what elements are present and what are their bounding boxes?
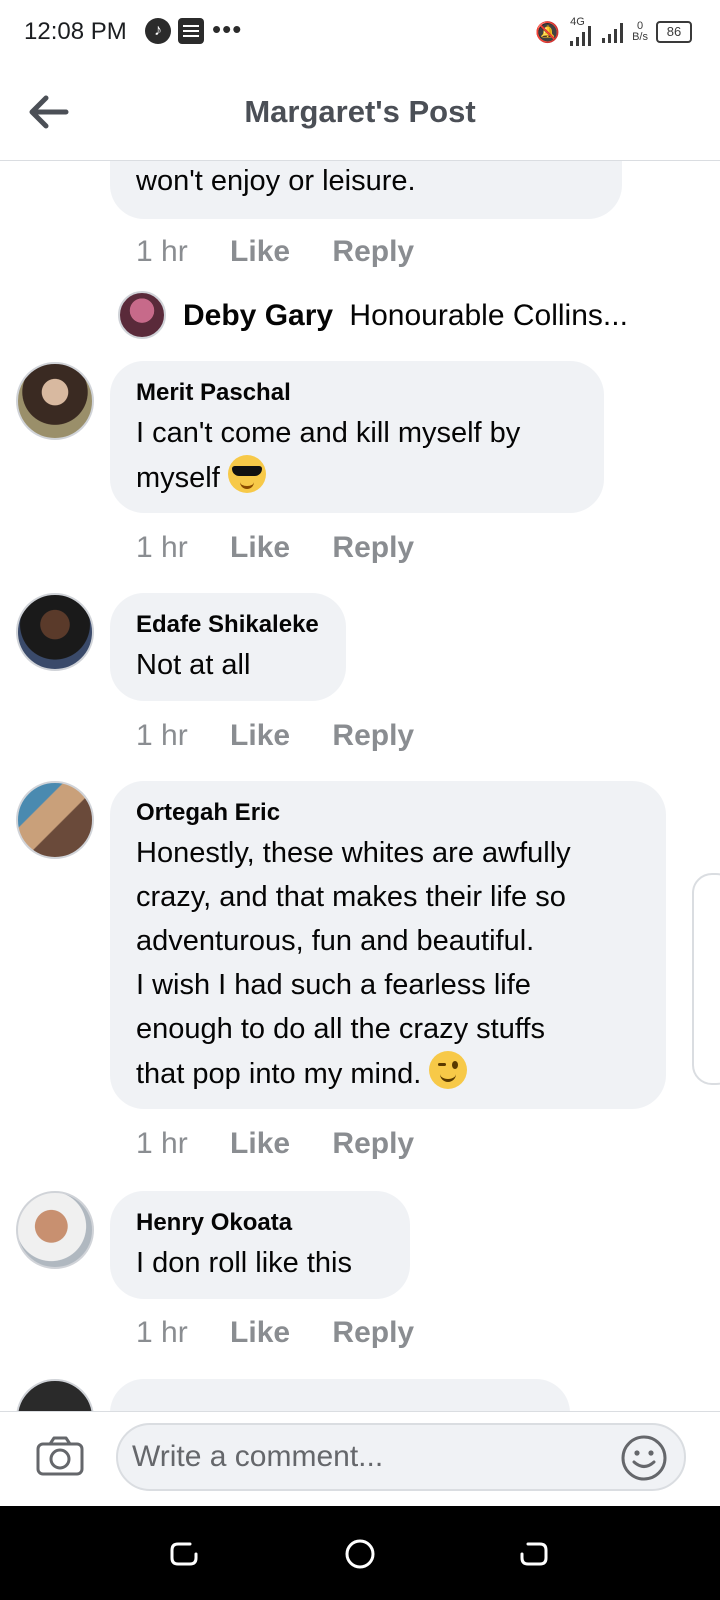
signal-icon [602, 21, 624, 43]
comment-line: I wish I had such a fearless life [136, 969, 531, 1001]
battery-level: 86 [666, 24, 682, 39]
page-title: Margaret's Post [244, 94, 476, 129]
avatar[interactable] [16, 593, 94, 671]
comment-time: 1 hr [136, 235, 188, 268]
camera-icon[interactable] [36, 1436, 84, 1476]
reply-button[interactable]: Reply [332, 1316, 414, 1349]
comment-actions: 1 hr Like Reply [136, 1316, 414, 1350]
avatar[interactable] [16, 1191, 94, 1269]
comment-author[interactable]: Merit Paschal [136, 379, 291, 407]
like-button[interactable]: Like [230, 719, 290, 752]
comment-author[interactable]: Henry Okoata [136, 1209, 292, 1237]
message-notification-icon [178, 18, 204, 44]
back-nav-icon[interactable] [168, 1538, 200, 1570]
comment-text: Not at all [136, 649, 251, 681]
comment-bubble[interactable]: Ortegah Eric Honestly, these whites are … [110, 781, 666, 1109]
tiktok-notification-icon: ♪ [145, 18, 171, 44]
comment-text: I can't come and kill myself by myself [136, 417, 521, 494]
reply-button[interactable]: Reply [332, 531, 414, 564]
comment-text: won't enjoy or leisure. [136, 165, 416, 197]
comment-author[interactable]: Edafe Shikaleke [136, 611, 319, 639]
comment-line: adventurous, fun and beautiful. [136, 925, 535, 957]
comment-time: 1 hr [136, 1127, 188, 1160]
comment-bubble[interactable] [110, 1379, 570, 1411]
comment-time: 1 hr [136, 1316, 188, 1349]
status-right: 🔕 4G 0 B/s 86 [535, 16, 692, 48]
reply-button[interactable]: Reply [332, 235, 414, 268]
comment-input[interactable]: Write a comment... [116, 1423, 686, 1491]
comment-author[interactable]: Ortegah Eric [136, 799, 280, 827]
comment-bubble[interactable]: Edafe Shikaleke Not at all [110, 593, 346, 701]
comments-feed[interactable]: won't enjoy or leisure. 1 hr Like Reply … [0, 161, 720, 1411]
side-card [692, 873, 720, 1085]
like-button[interactable]: Like [230, 1127, 290, 1160]
like-button[interactable]: Like [230, 1316, 290, 1349]
sunglasses-emoji-icon [227, 455, 266, 493]
comment-line: that pop into my mind. [136, 1058, 422, 1090]
avatar[interactable] [16, 1379, 94, 1411]
comment-actions: 1 hr Like Reply [136, 1127, 414, 1161]
net-speed-unit: B/s [632, 31, 648, 43]
comment-bubble[interactable]: Henry Okoata I don roll like this [110, 1191, 410, 1299]
mute-bell-icon: 🔕 [535, 21, 561, 44]
reply-preview-snippet: Honourable Collins... [349, 299, 628, 332]
comment-actions: 1 hr Like Reply [136, 531, 414, 565]
comment-bubble[interactable]: won't enjoy or leisure. [110, 161, 622, 219]
like-button[interactable]: Like [230, 235, 290, 268]
like-button[interactable]: Like [230, 531, 290, 564]
comment-line: crazy, and that makes their life so [136, 881, 566, 913]
avatar[interactable] [118, 291, 166, 339]
comment-text: I don roll like this [136, 1247, 352, 1279]
comment-actions: 1 hr Like Reply [136, 719, 414, 753]
comment-time: 1 hr [136, 719, 188, 752]
status-time: 12:08 PM [24, 18, 127, 45]
comment-line: enough to do all the crazy stuffs [136, 1013, 545, 1045]
recents-nav-icon[interactable] [518, 1538, 550, 1570]
comment-time: 1 hr [136, 531, 188, 564]
net-speed: 0 B/s [632, 21, 648, 43]
home-nav-icon[interactable] [344, 1538, 376, 1570]
reply-preview-name: Deby Gary [183, 299, 334, 332]
comment-line: Honestly, these whites are awfully [136, 837, 571, 869]
more-notifications-icon: ••• [212, 14, 243, 44]
winking-emoji-icon [429, 1051, 468, 1089]
signal-4g-icon: 4G [568, 16, 594, 46]
reply-button[interactable]: Reply [332, 719, 414, 752]
comment-line-wrap: that pop into my mind. [136, 1051, 656, 1096]
reply-preview[interactable]: Deby Gary Honourable Collins... [183, 299, 628, 333]
comment-text-wrap: I can't come and kill myself by myself [136, 411, 586, 500]
reply-button[interactable]: Reply [332, 1127, 414, 1160]
comment-text: Honestly, these whites are awfully crazy… [136, 831, 656, 1096]
battery-icon: 86 [656, 21, 692, 43]
comment-bubble[interactable]: Merit Paschal I can't come and kill myse… [110, 361, 604, 513]
avatar[interactable] [16, 362, 94, 440]
comment-actions: 1 hr Like Reply [136, 235, 414, 269]
avatar[interactable] [16, 781, 94, 859]
emoji-smile-icon[interactable] [620, 1434, 668, 1482]
